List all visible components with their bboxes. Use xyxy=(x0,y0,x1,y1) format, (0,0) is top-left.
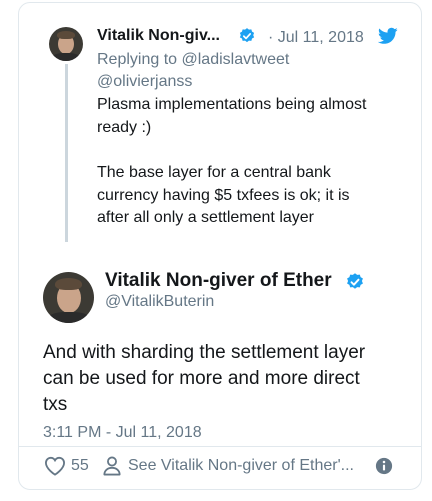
person-icon[interactable] xyxy=(103,456,121,476)
verified-badge-icon xyxy=(347,273,363,289)
tweet-text-line: And with sharding the settlement layer xyxy=(43,342,366,363)
tweet-text-line: txs xyxy=(43,394,68,415)
reply-text-line: Plasma implementations being almost xyxy=(97,96,367,113)
see-profile-link[interactable]: See Vitalik Non-giver of Ether'... xyxy=(128,457,354,475)
tweet-date-link[interactable]: · Jul 11, 2018 xyxy=(268,29,364,47)
author-name[interactable]: Vitalik Non-giver of Ether xyxy=(105,270,332,292)
reply-text-line: The base layer for a central bank xyxy=(97,164,331,181)
divider xyxy=(19,446,421,447)
reply-text-line: currency having $5 txfees is ok; it is xyxy=(97,187,350,204)
twitter-bird-icon[interactable] xyxy=(378,27,398,45)
replying-to-line[interactable]: Replying to @ladislavtweet xyxy=(97,51,289,69)
verified-badge-icon xyxy=(239,28,255,43)
embedded-tweet-card xyxy=(18,2,422,490)
info-icon[interactable] xyxy=(375,457,393,475)
reply-text-line: after all only a settlement layer xyxy=(97,209,314,226)
tweet-text-line: can be used for more and more direct xyxy=(43,368,360,389)
thread-connector-line xyxy=(65,64,68,242)
author-handle[interactable]: @VitalikButerin xyxy=(105,293,214,311)
like-count[interactable]: 55 xyxy=(71,457,89,475)
heart-icon[interactable] xyxy=(44,456,66,476)
reply-text-line: ready :) xyxy=(97,119,152,136)
reply-author-name[interactable]: Vitalik Non-giv... xyxy=(97,27,220,45)
tweet-timestamp[interactable]: 3:11 PM - Jul 11, 2018 xyxy=(43,424,202,442)
replying-to-handle[interactable]: @olivierjanss xyxy=(97,73,192,91)
avatar[interactable] xyxy=(43,272,94,323)
avatar[interactable] xyxy=(49,27,83,61)
